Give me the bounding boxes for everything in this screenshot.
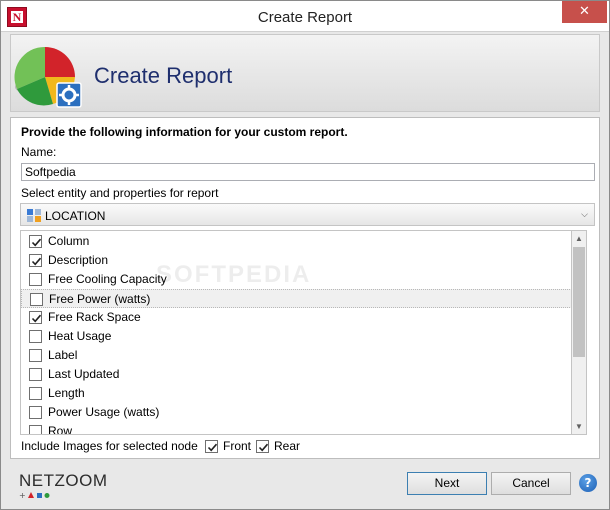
property-label: Heat Usage bbox=[48, 329, 112, 343]
dialog-footer: NETZOOM + Next Cancel ? bbox=[1, 463, 609, 509]
entity-select-value: LOCATION bbox=[45, 209, 106, 223]
watermark: SOFTPEDIA bbox=[156, 261, 312, 288]
entity-select[interactable]: LOCATION ⌵ bbox=[20, 203, 595, 226]
property-label: Column bbox=[48, 234, 90, 248]
dialog-header: Create Report bbox=[10, 34, 600, 112]
property-label: Power Usage (watts) bbox=[48, 405, 160, 419]
property-checkbox[interactable] bbox=[29, 330, 42, 343]
title-bar[interactable]: N Create Report ✕ bbox=[1, 1, 609, 32]
instructions-text: Provide the following information for yo… bbox=[21, 125, 348, 139]
chevron-down-icon[interactable]: ⌵ bbox=[581, 209, 588, 220]
property-label: Last Updated bbox=[48, 367, 120, 381]
property-item[interactable]: Heat Usage bbox=[21, 327, 576, 346]
netzoom-logo: NETZOOM + bbox=[19, 471, 108, 499]
cancel-button[interactable]: Cancel bbox=[491, 472, 571, 495]
property-checkbox[interactable] bbox=[29, 349, 42, 362]
property-item[interactable]: Label bbox=[21, 346, 576, 365]
rear-checkbox[interactable] bbox=[256, 440, 269, 453]
report-name-input[interactable] bbox=[21, 163, 595, 181]
close-button[interactable]: ✕ bbox=[562, 1, 607, 23]
property-item[interactable]: Row bbox=[21, 422, 576, 435]
property-checkbox[interactable] bbox=[29, 368, 42, 381]
property-item[interactable]: Power Usage (watts) bbox=[21, 403, 576, 422]
property-checkbox[interactable] bbox=[30, 293, 43, 306]
rear-label: Rear bbox=[274, 439, 301, 453]
property-item[interactable]: Last Updated bbox=[21, 365, 576, 384]
property-item[interactable]: Column bbox=[21, 232, 576, 251]
name-label: Name: bbox=[21, 145, 57, 159]
pie-chart-gear-icon bbox=[14, 46, 82, 108]
include-images-label: Include Images for selected node bbox=[21, 439, 198, 453]
create-report-window: N Create Report ✕ Create Report Provide … bbox=[0, 0, 610, 510]
logo-shapes-icon: + bbox=[19, 491, 50, 499]
property-label: Free Rack Space bbox=[48, 310, 141, 324]
help-icon[interactable]: ? bbox=[579, 474, 597, 492]
property-label: Free Power (watts) bbox=[49, 292, 151, 306]
property-label: Length bbox=[48, 386, 85, 400]
property-label: Free Cooling Capacity bbox=[48, 272, 167, 286]
report-form-panel: Provide the following information for yo… bbox=[10, 117, 600, 459]
front-label: Front bbox=[223, 439, 252, 453]
property-checkbox[interactable] bbox=[29, 311, 42, 324]
svg-text:+: + bbox=[19, 491, 26, 499]
property-checkbox[interactable] bbox=[29, 425, 42, 434]
property-checkbox[interactable] bbox=[29, 254, 42, 267]
property-item[interactable]: Length bbox=[21, 384, 576, 403]
property-checkbox[interactable] bbox=[29, 387, 42, 400]
next-button[interactable]: Next bbox=[407, 472, 487, 495]
property-checkbox[interactable] bbox=[29, 235, 42, 248]
scroll-down-arrow-icon[interactable]: ▼ bbox=[572, 419, 586, 434]
property-label: Description bbox=[48, 253, 109, 267]
logo-text: NETZOOM bbox=[19, 471, 108, 490]
scroll-up-arrow-icon[interactable]: ▲ bbox=[572, 231, 586, 246]
property-label: Label bbox=[48, 348, 78, 362]
scroll-thumb[interactable] bbox=[573, 247, 585, 357]
window-title: Create Report bbox=[257, 9, 353, 26]
header-title: Create Report bbox=[94, 63, 233, 88]
front-checkbox[interactable] bbox=[205, 440, 218, 453]
property-checkbox[interactable] bbox=[29, 406, 42, 419]
property-checkbox[interactable] bbox=[29, 273, 42, 286]
location-entity-icon bbox=[27, 209, 41, 222]
property-label: Row bbox=[48, 424, 73, 435]
property-item[interactable]: Free Power (watts) bbox=[21, 289, 576, 308]
properties-scrollbar[interactable]: ▲ ▼ bbox=[571, 230, 587, 435]
entity-label: Select entity and properties for report bbox=[21, 186, 219, 200]
property-item[interactable]: Free Rack Space bbox=[21, 308, 576, 327]
